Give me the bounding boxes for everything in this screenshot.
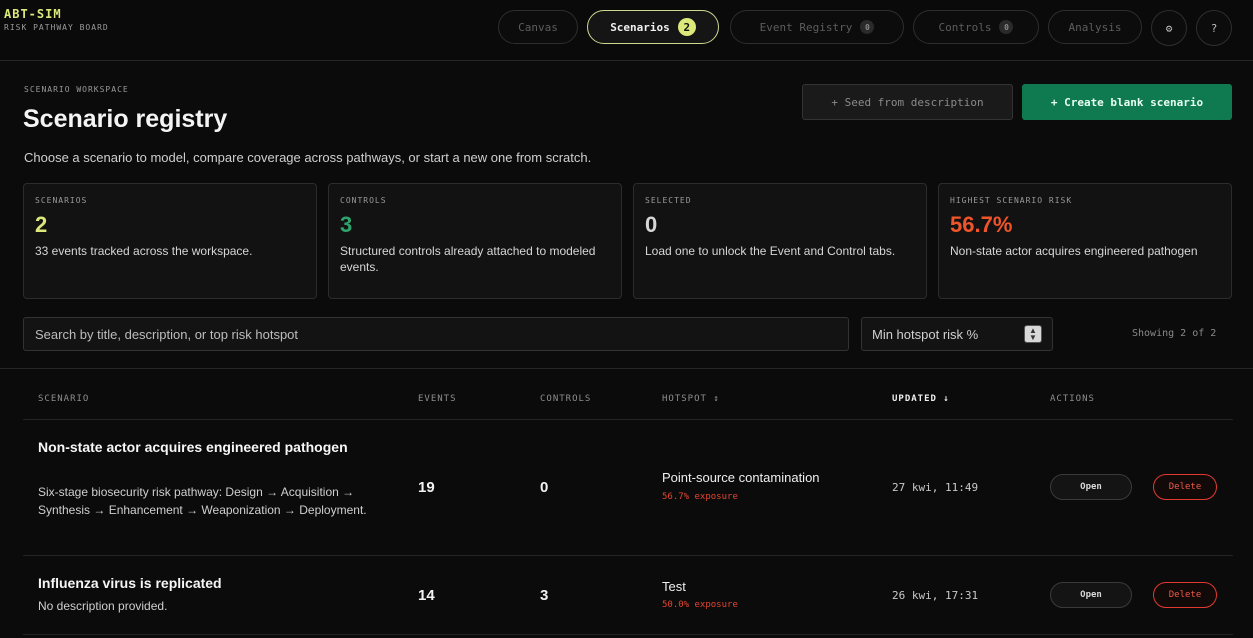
tab-analysis-label: Analysis [1068, 20, 1122, 34]
delete-button[interactable]: Delete [1153, 582, 1217, 608]
tab-controls-label: Controls [938, 20, 992, 34]
tab-analysis[interactable]: Analysis [1048, 10, 1142, 44]
stat-label: SCENARIOS [35, 196, 88, 205]
column-header-hotspot[interactable]: HOTSPOT ↕ [662, 394, 720, 404]
scenario-description: No description provided. [38, 599, 168, 613]
tab-scenarios-badge: 2 [677, 18, 696, 36]
stat-label: SELECTED [645, 196, 692, 205]
hotspot-name: Point-source contamination [662, 470, 820, 485]
tab-scenarios[interactable]: Scenarios 2 [587, 10, 719, 44]
settings-button[interactable]: ⚙ [1151, 10, 1187, 46]
search-input[interactable] [23, 317, 849, 351]
tab-scenarios-label: Scenarios [610, 20, 670, 34]
events-count: 14 [418, 587, 435, 604]
tab-event-registry-label: Event Registry [759, 20, 853, 34]
brand-subtitle: RISK PATHWAY BOARD [4, 23, 109, 32]
open-button[interactable]: Open [1050, 582, 1132, 608]
stat-description: Load one to unlock the Event and Control… [645, 244, 896, 258]
column-header-events: EVENTS [418, 394, 457, 404]
stat-card-selected: SELECTED 0 Load one to unlock the Event … [633, 183, 927, 299]
hotspot-exposure: 50.0% exposure [662, 600, 738, 610]
top-bar: ABT-SIM RISK PATHWAY BOARD Canvas Scenar… [0, 0, 1253, 61]
brand: ABT-SIM RISK PATHWAY BOARD [4, 7, 109, 32]
gear-icon: ⚙ [1165, 21, 1173, 35]
column-header-controls: CONTROLS [540, 394, 592, 404]
controls-count: 0 [540, 479, 549, 496]
column-header-updated[interactable]: UPDATED ↓ [892, 394, 950, 404]
results-count: Showing 2 of 2 [1132, 328, 1217, 339]
stat-value: 2 [35, 212, 48, 237]
min-hotspot-risk-placeholder: Min hotspot risk % [872, 326, 979, 342]
scenario-title: Non-state actor acquires engineered path… [38, 439, 348, 455]
eyebrow-label: SCENARIO WORKSPACE [24, 85, 129, 94]
tab-controls[interactable]: Controls 0 [913, 10, 1039, 44]
stat-card-controls: CONTROLS 3 Structured controls already a… [328, 183, 622, 299]
seed-from-description-button[interactable]: + Seed from description [802, 84, 1013, 120]
stat-description: 33 events tracked across the workspace. [35, 244, 253, 258]
stat-card-scenarios: SCENARIOS 2 33 events tracked across the… [23, 183, 317, 299]
stat-label: CONTROLS [340, 196, 387, 205]
tab-canvas[interactable]: Canvas [498, 10, 578, 44]
tab-event-registry-badge: 0 [860, 20, 875, 34]
updated-timestamp: 26 kwi, 17:31 [892, 589, 979, 602]
column-header-actions: ACTIONS [1050, 394, 1095, 404]
hotspot-name: Test [662, 579, 686, 594]
open-button[interactable]: Open [1050, 474, 1132, 500]
min-hotspot-risk-input[interactable]: Min hotspot risk % ▲ ▼ [861, 317, 1053, 351]
page-title: Scenario registry [23, 105, 228, 133]
help-icon: ? [1210, 21, 1218, 35]
tab-canvas-label: Canvas [518, 20, 558, 34]
tab-event-registry[interactable]: Event Registry 0 [730, 10, 904, 44]
divider [23, 419, 1233, 420]
stat-card-highest-risk: HIGHEST SCENARIO RISK 56.7% Non-state ac… [938, 183, 1232, 299]
page-subtitle: Choose a scenario to model, compare cove… [24, 150, 592, 165]
stat-value: 3 [340, 212, 353, 237]
divider [23, 634, 1233, 635]
create-blank-scenario-button[interactable]: + Create blank scenario [1022, 84, 1232, 120]
scenario-title: Influenza virus is replicated [38, 575, 222, 591]
stat-description: Structured controls already attached to … [340, 244, 596, 274]
stat-label: HIGHEST SCENARIO RISK [950, 196, 1073, 205]
delete-button[interactable]: Delete [1153, 474, 1217, 500]
help-button[interactable]: ? [1196, 10, 1232, 46]
controls-count: 3 [540, 587, 549, 604]
stat-value: 56.7% [950, 212, 1013, 237]
stepper-icon[interactable]: ▲ ▼ [1024, 325, 1042, 343]
updated-timestamp: 27 kwi, 11:49 [892, 481, 979, 494]
divider [0, 368, 1253, 369]
tab-controls-badge: 0 [999, 20, 1014, 34]
hotspot-exposure: 56.7% exposure [662, 492, 738, 502]
events-count: 19 [418, 479, 435, 496]
stat-value: 0 [645, 212, 658, 237]
column-header-scenario: SCENARIO [38, 394, 90, 404]
scenario-description: Six-stage biosecurity risk pathway: Desi… [38, 485, 367, 517]
divider [23, 555, 1233, 556]
stat-description: Non-state actor acquires engineered path… [950, 244, 1198, 258]
brand-name: ABT-SIM [4, 7, 62, 21]
